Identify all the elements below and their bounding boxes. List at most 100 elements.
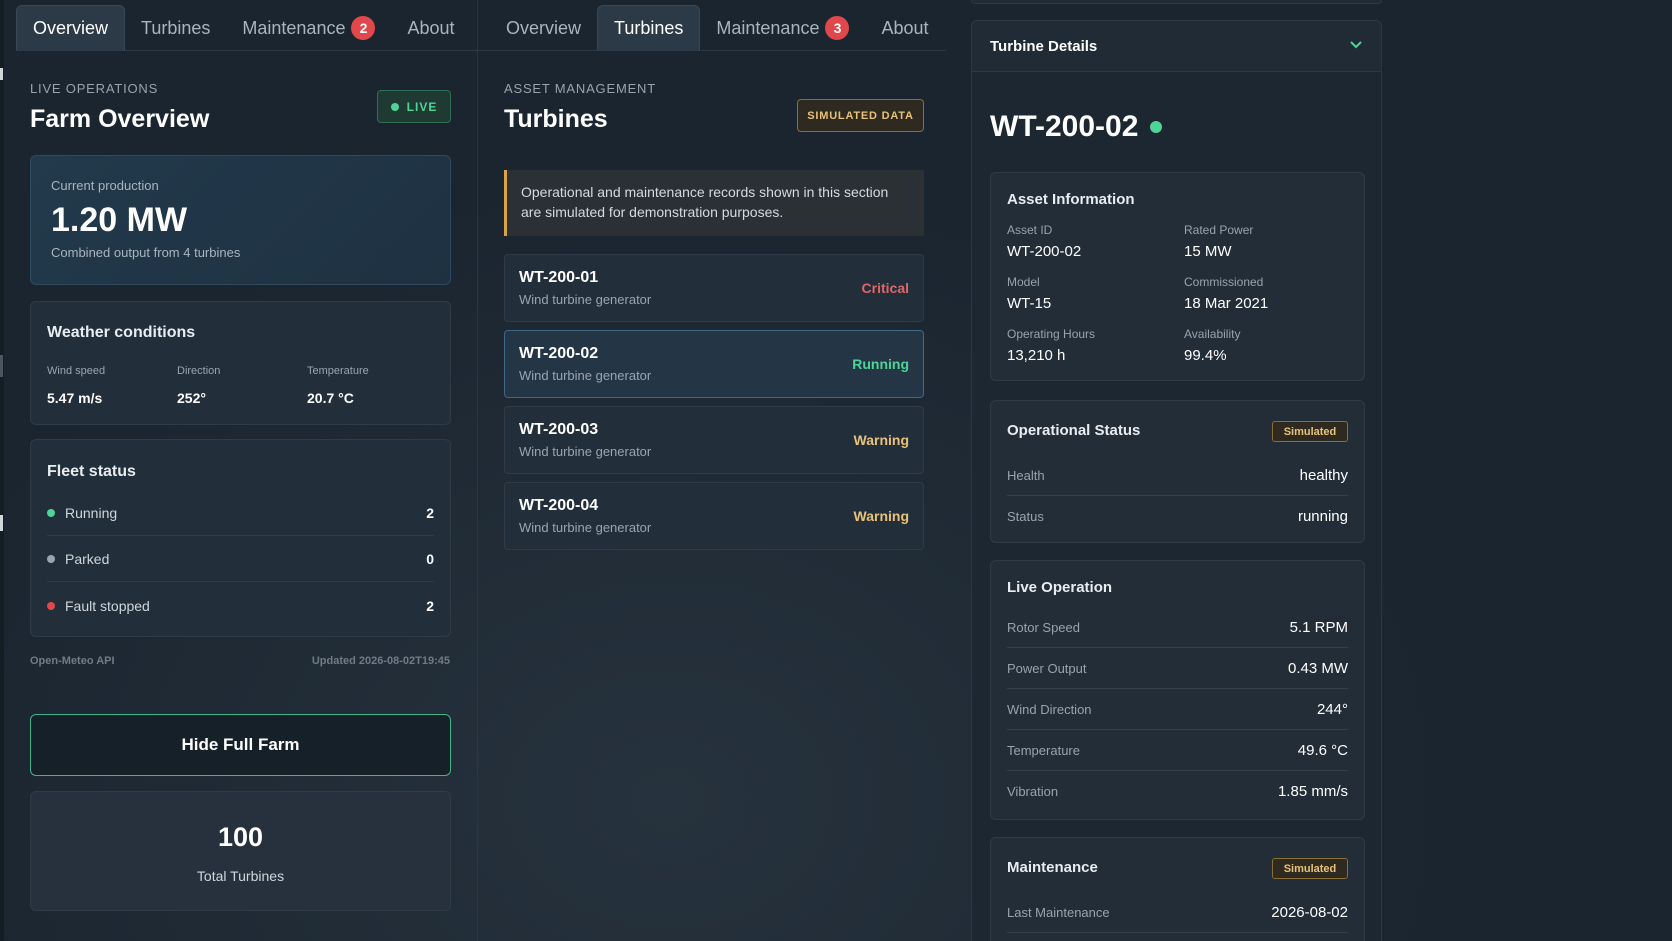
model-value: WT-15 (1007, 295, 1052, 312)
turbine-type: Wind turbine generator (519, 444, 652, 459)
maintenance-card: Maintenance Simulated Last Maintenance 2… (990, 837, 1365, 941)
tab-turbines[interactable]: Turbines (597, 5, 701, 51)
turbine-id: WT-200-01 (519, 269, 599, 286)
turbine-list-item-selected[interactable]: WT-200-02 Wind turbine generator Running (504, 330, 924, 398)
turbine-id: WT-200-02 (519, 345, 599, 362)
operating-hours-value: 13,210 h (1007, 347, 1066, 364)
wind-direction-row: Wind Direction 244° (1007, 689, 1348, 730)
last-maintenance-row: Last Maintenance 2026-08-02 (1007, 892, 1348, 933)
farm-overview-panel: Overview Turbines Maintenance 2 About LIV… (16, 0, 478, 941)
commissioned-value: 18 Mar 2021 (1184, 295, 1269, 312)
turbine-list-item[interactable]: WT-200-01 Wind turbine generator Critica… (504, 254, 924, 322)
row-value: healthy (1299, 466, 1348, 484)
turbine-details-panel: Turbine Details WT-200-02 Asset Informat… (971, 0, 1382, 941)
rotor-speed-row: Rotor Speed 5.1 RPM (1007, 607, 1348, 648)
row-label: Health (1007, 467, 1045, 483)
tab-maintenance[interactable]: Maintenance 3 (700, 5, 865, 51)
weather-card: Weather conditions Wind speed 5.47 m/s D… (30, 301, 451, 425)
simulation-notice: Operational and maintenance records show… (504, 170, 924, 236)
turbine-status: Warning (853, 508, 909, 524)
operational-status-title: Operational Status (1007, 422, 1141, 439)
availability-value: 99.4% (1184, 347, 1227, 364)
live-indicator: LIVE (377, 90, 451, 123)
total-turbines-card: 100 Total Turbines (30, 791, 451, 911)
tab-about[interactable]: About (391, 5, 470, 51)
live-operation-card: Live Operation Rotor Speed 5.1 RPM Power… (990, 560, 1365, 820)
wind-speed-label: Wind speed (47, 365, 106, 377)
status-row: Status running (1007, 496, 1348, 537)
health-row: Health healthy (1007, 455, 1348, 496)
temperature-value: 20.7 °C (307, 390, 354, 406)
maintenance-count-badge: 3 (825, 16, 850, 40)
row-label: Last Maintenance (1007, 904, 1110, 920)
turbines-panel: Overview Turbines Maintenance 3 About ASS… (478, 0, 946, 941)
tab-label: About (407, 17, 455, 38)
fleet-label: Running (65, 504, 118, 521)
tab-maintenance[interactable]: Maintenance 2 (226, 5, 391, 51)
tab-overview[interactable]: Overview (490, 5, 597, 51)
total-turbines-value: 100 (217, 822, 264, 852)
asset-id-value: WT-200-02 (1007, 243, 1082, 260)
turbine-status: Warning (853, 432, 909, 448)
asset-information-card: Asset Information Asset ID WT-200-02 Rat… (990, 172, 1365, 381)
operating-hours-label: Operating Hours (1007, 327, 1096, 341)
vibration-row: Vibration 1.85 mm/s (1007, 771, 1348, 812)
row-value: 1.85 mm/s (1277, 783, 1348, 800)
data-source: Open-Meteo API (30, 655, 115, 667)
row-value: 244° (1316, 700, 1348, 718)
turbine-list-item[interactable]: WT-200-03 Wind turbine generator Warning (504, 406, 924, 474)
row-label: Temperature (1007, 742, 1080, 758)
maintenance-count-badge: 2 (351, 16, 376, 40)
turbine-status: Running (852, 356, 909, 372)
maintenance-title: Maintenance (1007, 859, 1098, 876)
turbine-status: Critical (861, 280, 909, 296)
asset-id-label: Asset ID (1007, 223, 1053, 237)
tab-turbines[interactable]: Turbines (125, 5, 226, 51)
operational-status-card: Operational Status Simulated Health heal… (990, 400, 1365, 543)
fleet-row-fault: Fault stopped 2 (47, 583, 434, 629)
row-value: 2026-08-02 (1271, 903, 1348, 921)
row-value: 0.43 MW (1287, 659, 1348, 677)
production-subtext: Combined output from 4 turbines (51, 245, 241, 260)
turbine-details-header[interactable]: Turbine Details (971, 20, 1382, 72)
turbine-id: WT-200-04 (519, 497, 599, 514)
section-eyebrow: ASSET MANAGEMENT (504, 81, 656, 96)
status-dot-icon (1150, 121, 1163, 133)
turbine-type: Wind turbine generator (519, 368, 652, 383)
direction-label: Direction (177, 365, 221, 377)
row-label: Vibration (1007, 784, 1059, 799)
production-label: Current production (51, 178, 159, 193)
live-operation-title: Live Operation (1007, 579, 1113, 596)
row-value: 5.1 RPM (1289, 618, 1348, 636)
parked-status-icon (47, 554, 55, 563)
asset-info-title: Asset Information (1007, 191, 1135, 208)
fleet-row-running: Running 2 (47, 490, 434, 536)
page-title: Farm Overview (30, 105, 210, 133)
fleet-count: 0 (426, 550, 434, 567)
hide-full-farm-button[interactable]: Hide Full Farm (30, 714, 451, 776)
tab-label: Turbines (141, 17, 211, 38)
tab-about[interactable]: About (865, 5, 944, 51)
production-card: Current production 1.20 MW Combined outp… (30, 155, 451, 285)
turbine-list-item[interactable]: WT-200-04 Wind turbine generator Warning (504, 482, 924, 550)
row-label: Power Output (1007, 660, 1087, 676)
total-turbines-label: Total Turbines (196, 868, 285, 884)
chevron-down-icon[interactable] (1349, 37, 1363, 55)
details-body: WT-200-02 Asset Information Asset ID WT-… (971, 72, 1382, 941)
wind-speed-value: 5.47 m/s (47, 390, 103, 406)
tab-label: Overview (506, 17, 582, 38)
turbine-type: Wind turbine generator (519, 292, 652, 307)
tab-label: Maintenance (242, 17, 346, 38)
row-label: Rotor Speed (1007, 619, 1080, 635)
tab-overview[interactable]: Overview (16, 5, 126, 51)
tab-label: About (881, 17, 929, 38)
simulated-badge: Simulated (1272, 421, 1348, 442)
turbine-id: WT-200-03 (519, 421, 599, 438)
running-status-icon (47, 508, 55, 517)
previous-section-edge (971, 0, 1382, 4)
row-label: Status (1007, 509, 1044, 524)
fleet-count: 2 (426, 504, 434, 521)
window-edge (0, 0, 4, 941)
rated-power-value: 15 MW (1184, 243, 1232, 260)
power-output-row: Power Output 0.43 MW (1007, 648, 1348, 689)
